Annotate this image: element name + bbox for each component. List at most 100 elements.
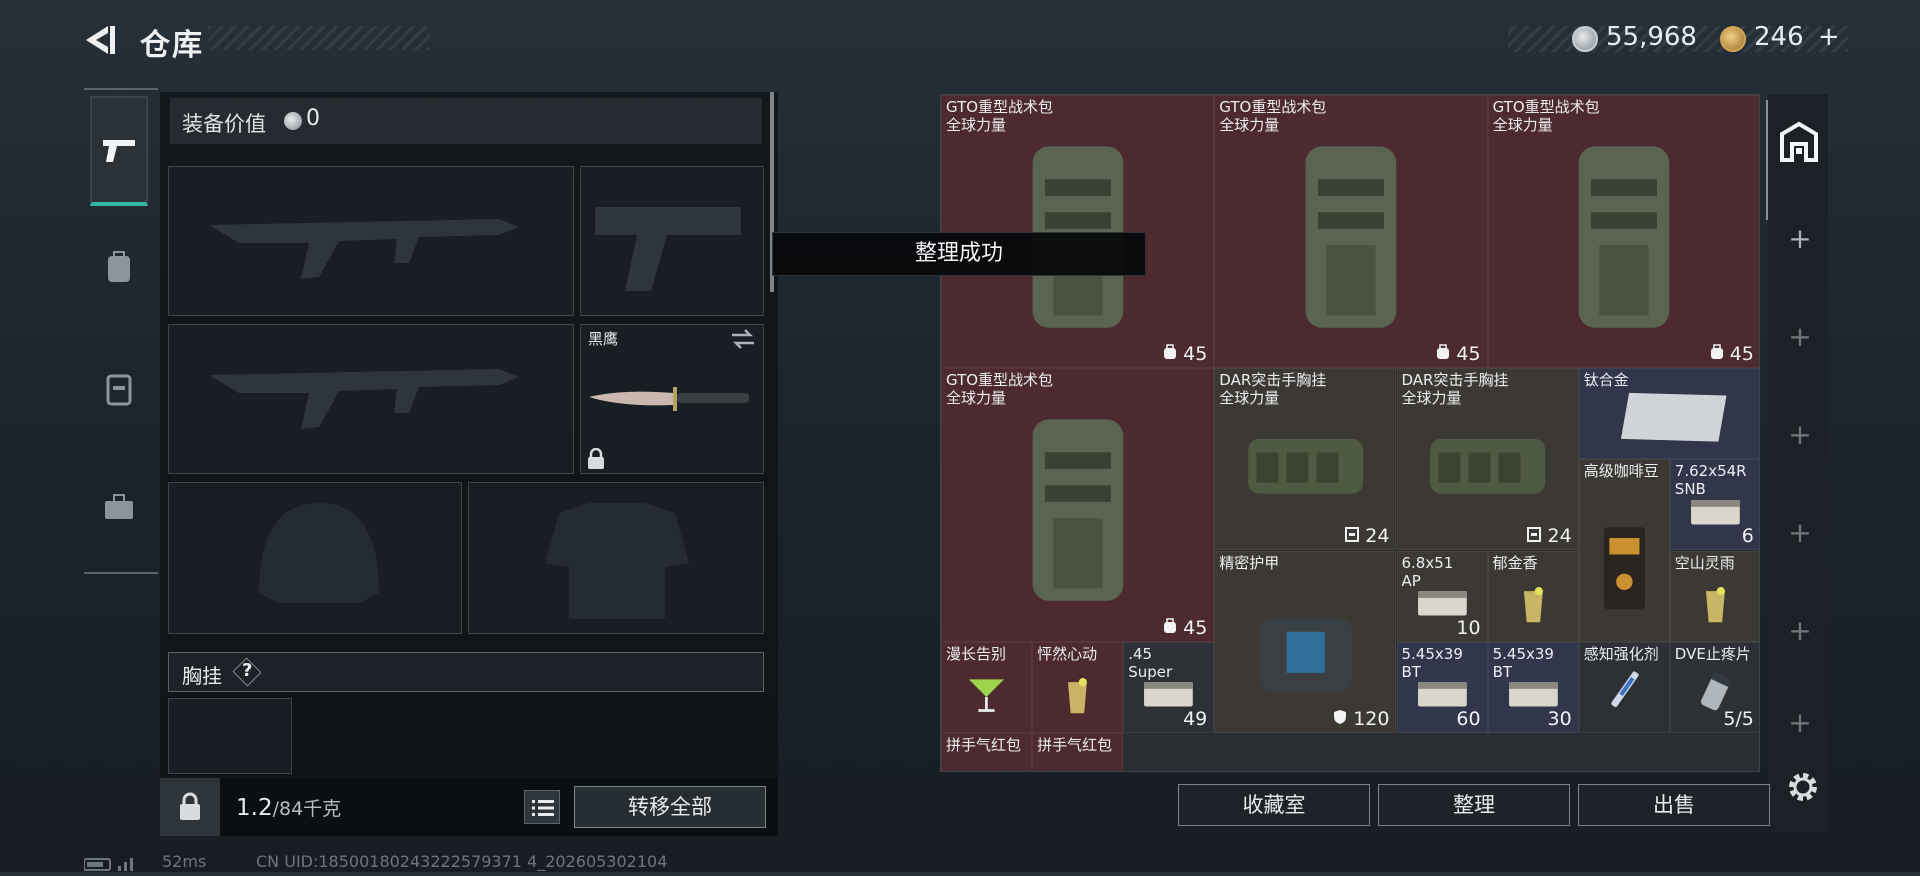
add-storage-button[interactable]: + [1786, 516, 1814, 549]
stash-item[interactable]: DAR突击手胸挂 全球力量 24 [1214, 368, 1397, 551]
item-name: 钛合金 [1584, 371, 1629, 389]
helmet-silhouette-icon [259, 503, 379, 603]
item-count: 6 [1742, 525, 1754, 547]
vest-icon [1345, 527, 1360, 543]
item-title: DAR突击手胸挂 [1401, 371, 1509, 390]
item-count-value: 45 [1183, 616, 1208, 639]
stash-item[interactable]: 郁金香 [1487, 550, 1579, 642]
stash-item[interactable]: GTO重型战术包 全球力量 45 [1214, 95, 1488, 369]
backpack-icon [1710, 344, 1723, 360]
sort-button[interactable]: 整理 [1378, 784, 1570, 826]
item-count-value: 24 [1365, 525, 1390, 548]
stash-item[interactable]: 拼手气红包 [1032, 732, 1124, 771]
stash-item[interactable]: 拼手气红包 [941, 732, 1033, 771]
gold-coin-amount-row[interactable]: 246 + [1754, 22, 1840, 52]
item-image [949, 655, 1024, 723]
silver-coin-icon [1572, 26, 1598, 52]
gold-coin-amount: 246 [1754, 22, 1804, 52]
stash-item[interactable]: 怦然心动 [1032, 641, 1124, 733]
swap-icon[interactable] [730, 328, 756, 350]
item-name: GTO重型战术包 全球力量 [946, 371, 1053, 407]
stash-item[interactable]: 6.8x51 AP 10 [1396, 550, 1488, 642]
add-storage-button[interactable]: + [1786, 418, 1814, 451]
armor-slot[interactable] [468, 482, 764, 634]
warehouse-icon[interactable] [1778, 120, 1820, 164]
stash-item[interactable]: 5.45x39 BT 60 [1396, 641, 1488, 733]
item-subtitle: 全球力量 [946, 116, 1007, 134]
item-subtitle: Super [1128, 662, 1173, 681]
coin-icon [284, 112, 302, 130]
weight-max: /84千克 [272, 798, 342, 820]
stash-grid[interactable]: GTO重型战术包 全球力量 45 GTO重型战术包 全球力量 45 GTO重型战术包 全球… [940, 94, 1760, 772]
stash-item[interactable]: 感知强化剂 [1578, 641, 1670, 733]
stash-item[interactable]: 7.62x54R SNB 6 [1669, 459, 1759, 551]
stash-item[interactable]: GTO重型战术包 全球力量 45 [941, 368, 1215, 642]
item-count-value: 10 [1456, 616, 1481, 639]
stash-item[interactable]: 精密护甲 120 [1214, 550, 1397, 733]
tab-backpack[interactable] [90, 212, 148, 322]
helmet-slot[interactable] [168, 482, 462, 634]
gear-icon[interactable] [1786, 770, 1820, 804]
item-name: 拼手气红包 [946, 736, 1021, 754]
vest-icon [1527, 527, 1542, 543]
item-count-value: 60 [1456, 707, 1481, 730]
item-count-value: 5/5 [1723, 707, 1754, 730]
item-name: 高级咖啡豆 [1584, 462, 1659, 480]
stash-item[interactable]: 5.45x39 BT 30 [1487, 641, 1579, 733]
primary-weapon-slot[interactable] [168, 166, 574, 316]
transfer-all-button[interactable]: 转移全部 [574, 786, 766, 828]
item-title: DAR突击手胸挂 [1219, 371, 1327, 390]
stash-item[interactable]: .45 Super 49 [1123, 641, 1215, 733]
item-title: 精密护甲 [1219, 553, 1280, 572]
stash-item[interactable]: DVE止疼片 5/5 [1669, 641, 1759, 733]
secondary-rifle-slot[interactable] [168, 324, 574, 474]
add-storage-button[interactable]: + [1786, 706, 1814, 739]
tab-chest-rig[interactable] [90, 334, 148, 444]
chest-rig-slot[interactable] [168, 698, 292, 774]
stash-item[interactable]: 漫长告别 [941, 641, 1033, 733]
help-icon[interactable]: ? [242, 660, 252, 681]
list-icon [532, 800, 554, 816]
item-image [964, 407, 1192, 613]
item-name: 7.62x54R SNB [1675, 462, 1747, 498]
item-name: GTO重型战术包 全球力量 [1493, 98, 1600, 134]
stash-item[interactable]: DAR突击手胸挂 全球力量 24 [1396, 368, 1579, 551]
add-currency-button[interactable]: + [1818, 22, 1840, 52]
item-title: 拼手气红包 [946, 735, 1022, 754]
stash-item[interactable]: 高级咖啡豆 [1578, 459, 1670, 642]
item-subtitle: 全球力量 [1219, 389, 1280, 408]
back-arrow-icon[interactable] [78, 20, 118, 60]
tab-weapons[interactable] [90, 96, 148, 206]
stash-item[interactable]: 空山灵雨 [1669, 550, 1759, 642]
item-image [1412, 395, 1563, 532]
item-title: 高级咖啡豆 [1583, 462, 1659, 481]
battery-signal-icon [83, 858, 133, 871]
item-count: 49 [1183, 708, 1207, 730]
add-storage-button[interactable]: + [1786, 614, 1814, 647]
stash-item[interactable]: 钛合金 [1578, 368, 1759, 460]
item-title: 空山灵雨 [1674, 553, 1735, 572]
add-storage-button[interactable]: + [1786, 320, 1814, 353]
tab-case[interactable] [90, 452, 148, 562]
item-title: 漫长告别 [946, 644, 1007, 663]
pistol-icon [103, 140, 135, 162]
list-view-button[interactable] [524, 790, 560, 824]
ping: 52ms [162, 852, 207, 871]
item-title: DVE止疼片 [1674, 644, 1751, 663]
lock-icon [588, 448, 604, 469]
lock-button[interactable] [160, 778, 220, 836]
item-count-value: 30 [1547, 707, 1572, 730]
item-title: GTO重型战术包 [1219, 98, 1327, 116]
item-title: 5.45x39 [1401, 644, 1463, 663]
collection-room-button[interactable]: 收藏室 [1178, 784, 1370, 826]
shield-icon [1334, 709, 1347, 724]
item-title: 6.8x51 [1401, 553, 1454, 572]
stash-item[interactable]: GTO重型战术包 全球力量 45 [1487, 95, 1759, 369]
item-subtitle: 全球力量 [1219, 116, 1280, 134]
backpack-icon [1437, 344, 1450, 360]
item-count: 45 [1436, 343, 1481, 365]
secondary-weapon-slot[interactable] [580, 166, 764, 316]
add-storage-button[interactable]: + [1786, 222, 1814, 255]
item-subtitle: SNB [1674, 480, 1706, 499]
sell-button[interactable]: 出售 [1578, 784, 1770, 826]
